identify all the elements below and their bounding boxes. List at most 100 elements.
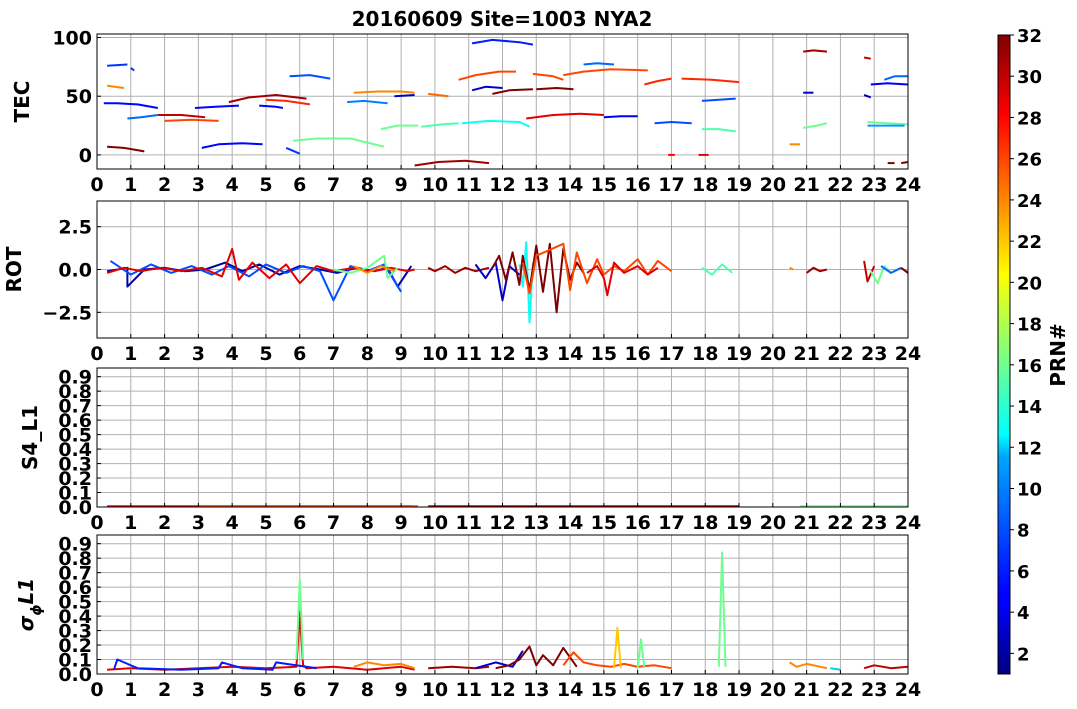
series-line-prn-32 xyxy=(901,161,908,165)
x-tick-label: 6 xyxy=(293,174,306,196)
x-tick-label: 3 xyxy=(192,343,205,365)
x-tick-label: 10 xyxy=(422,174,448,196)
x-tick-label: 12 xyxy=(489,343,515,365)
x-tick-label: 14 xyxy=(557,174,583,196)
x-tick-label: 18 xyxy=(692,343,718,365)
x-tick-label: 3 xyxy=(192,512,205,534)
sigma-phi-panel: 0 1 2 3 4 5 6 7 8 9 10 11 12 13 14 15 16 17 18 19 20 21 22 23 24… xyxy=(14,534,921,701)
x-tick-label: 0 xyxy=(90,679,103,701)
x-tick-label: 23 xyxy=(861,679,887,701)
x-tick-label: 13 xyxy=(523,512,549,534)
x-tick-label: 20 xyxy=(760,679,786,701)
x-tick-label: 9 xyxy=(395,512,408,534)
x-tick-label: 0 xyxy=(90,343,103,365)
x-tick-label: 7 xyxy=(327,679,340,701)
colorbar-tick-label: 10 xyxy=(1017,479,1042,500)
colorbar-tick-label: 18 xyxy=(1017,315,1042,336)
series-line-prn-31 xyxy=(803,49,827,53)
x-tick-label: 13 xyxy=(523,679,549,701)
x-tick-label: 11 xyxy=(455,174,481,196)
x-tick-label: 21 xyxy=(793,512,819,534)
series-line-prn-8 xyxy=(654,121,692,125)
x-tick-label: 5 xyxy=(259,679,272,701)
x-tick-label: 11 xyxy=(455,679,481,701)
x-tick-label: 23 xyxy=(861,343,887,365)
x-tick-label: 5 xyxy=(259,174,272,196)
y-axis-label: σϕL1 xyxy=(14,578,45,631)
x-tick-label: 3 xyxy=(192,679,205,701)
x-tick-label: 4 xyxy=(226,512,239,534)
x-tick-label: 19 xyxy=(726,343,752,365)
x-tick-label: 15 xyxy=(591,174,617,196)
colorbar-tick-label: 26 xyxy=(1017,150,1042,171)
x-tick-label: 24 xyxy=(895,343,921,365)
x-tick-label: 6 xyxy=(293,512,306,534)
x-tick-label: 14 xyxy=(557,679,583,701)
x-tick-label: 18 xyxy=(692,174,718,196)
s4-panel: 0 1 2 3 4 5 6 7 8 9 10 11 12 13 14 15 16 17 18 19 20 21 22 23 24… xyxy=(18,367,921,534)
x-tick-label: 20 xyxy=(760,343,786,365)
x-tick-label: 19 xyxy=(726,679,752,701)
x-tick-label: 7 xyxy=(327,343,340,365)
x-tick-label: 12 xyxy=(489,679,515,701)
x-tick-label: 0 xyxy=(90,174,103,196)
x-tick-label: 10 xyxy=(422,343,448,365)
x-tick-label: 4 xyxy=(226,343,239,365)
colorbar-tick-label: 22 xyxy=(1017,232,1042,253)
series-line-prn-3 xyxy=(394,94,415,98)
x-tick-label: 5 xyxy=(259,343,272,365)
x-tick-label: 15 xyxy=(591,512,617,534)
x-tick-label: 15 xyxy=(591,679,617,701)
x-tick-label: 17 xyxy=(658,679,684,701)
colorbar-tick-label: 32 xyxy=(1017,26,1042,47)
x-tick-label: 15 xyxy=(591,343,617,365)
y-tick-label: −2.5 xyxy=(42,302,92,324)
x-tick-label: 22 xyxy=(827,343,853,365)
x-tick-label: 8 xyxy=(361,512,374,534)
series-line-prn-4 xyxy=(603,115,638,119)
x-tick-label: 11 xyxy=(455,343,481,365)
chart-figure: 20160609 Site=1003 NYA2 0 1 2 3 4 5 6 7 8 9 10 11 12… xyxy=(2,7,1070,701)
x-tick-label: 19 xyxy=(726,174,752,196)
colorbar-tick-label: 4 xyxy=(1017,603,1030,624)
x-tick-label: 17 xyxy=(658,343,684,365)
chart-title: 20160609 Site=1003 NYA2 xyxy=(352,7,653,31)
x-tick-label: 11 xyxy=(455,512,481,534)
x-tick-label: 16 xyxy=(624,679,650,701)
y-tick-label: 0.0 xyxy=(58,260,92,282)
x-tick-label: 20 xyxy=(760,512,786,534)
x-tick-label: 1 xyxy=(124,343,137,365)
colorbar-tick-label: 14 xyxy=(1017,397,1042,418)
colorbar: PRN# 2468101214161820222426283032 xyxy=(997,26,1070,675)
colorbar-tick-label: 16 xyxy=(1017,356,1042,377)
x-tick-label: 6 xyxy=(293,343,306,365)
x-tick-label: 13 xyxy=(523,343,549,365)
x-tick-label: 14 xyxy=(557,343,583,365)
y-tick-label: 0 xyxy=(79,145,92,167)
x-tick-label: 17 xyxy=(658,174,684,196)
x-tick-label: 16 xyxy=(624,343,650,365)
x-tick-label: 2 xyxy=(158,512,171,534)
colorbar-tick-label: 8 xyxy=(1017,521,1030,542)
series-line-prn-9 xyxy=(583,62,615,66)
x-tick-label: 7 xyxy=(327,174,340,196)
x-tick-label: 16 xyxy=(624,174,650,196)
y-axis-label: ROT xyxy=(2,246,26,292)
y-axis-label: S4_L1 xyxy=(18,405,42,470)
series-line-prn-32 xyxy=(536,87,574,91)
y-tick-label: 0.9 xyxy=(58,534,92,556)
x-tick-label: 6 xyxy=(293,679,306,701)
x-tick-label: 8 xyxy=(361,679,374,701)
x-tick-label: 22 xyxy=(827,512,853,534)
x-tick-label: 9 xyxy=(395,343,408,365)
x-tick-label: 18 xyxy=(692,679,718,701)
series-line-prn-4 xyxy=(870,82,908,86)
x-tick-label: 8 xyxy=(361,174,374,196)
colorbar-tick-label: 20 xyxy=(1017,273,1042,294)
x-tick-label: 17 xyxy=(658,512,684,534)
x-tick-label: 1 xyxy=(124,679,137,701)
x-tick-label: 7 xyxy=(327,512,340,534)
x-tick-label: 20 xyxy=(760,174,786,196)
x-tick-label: 12 xyxy=(489,512,515,534)
x-tick-label: 4 xyxy=(226,174,239,196)
